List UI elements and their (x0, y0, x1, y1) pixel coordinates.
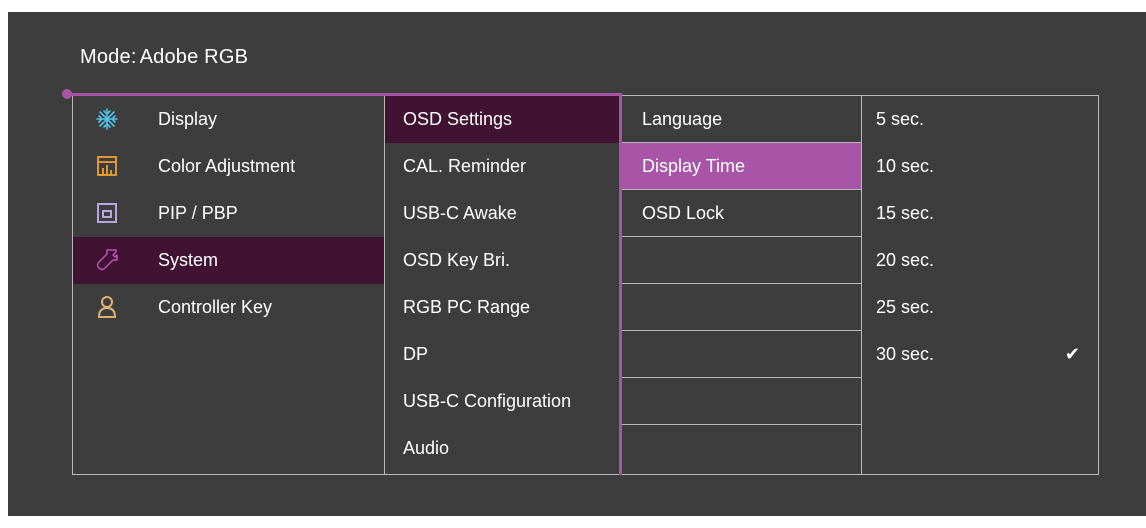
menu-item-label: System (158, 250, 219, 270)
option-20-sec[interactable]: 20 sec. (862, 237, 1098, 284)
option-25-sec[interactable]: 25 sec. (862, 284, 1098, 331)
user-icon (97, 296, 117, 318)
system-item-label: OSD Settings (403, 109, 513, 129)
system-item-dp[interactable]: DP (385, 331, 619, 378)
system-item-label: CAL. Reminder (403, 156, 527, 176)
system-item-cal-reminder[interactable]: CAL. Reminder (385, 143, 619, 190)
menu-item-system[interactable]: System (73, 237, 384, 284)
mode-label: Mode: (80, 46, 137, 68)
checkmark-icon: ✔ (1064, 344, 1080, 364)
osd-item-empty (622, 425, 861, 472)
color-adjustment-icon (97, 156, 117, 176)
option-label: 15 sec. (876, 203, 935, 223)
menu-item-label: Color Adjustment (158, 156, 296, 176)
menu-item-label: Display (158, 109, 218, 129)
system-item-label: USB-C Awake (403, 203, 517, 223)
option-15-sec[interactable]: 15 sec. (862, 190, 1098, 237)
option-5-sec[interactable]: 5 sec. (862, 96, 1098, 143)
system-item-label: USB-C Configuration (403, 391, 572, 411)
wrench-icon (96, 249, 118, 271)
accent-dot (62, 89, 72, 99)
osd-item-display-time[interactable]: Display Time (622, 143, 861, 190)
system-item-osd-settings[interactable]: OSD Settings (385, 96, 619, 143)
menu-item-display[interactable]: Display (73, 96, 384, 143)
menu-item-label: PIP / PBP (158, 203, 238, 223)
osd-item-language[interactable]: Language (622, 96, 861, 143)
display-icon (96, 108, 118, 130)
menu-item-label: Controller Key (158, 297, 273, 317)
system-item-label: OSD Key Bri. (403, 250, 511, 270)
osd-item-empty (622, 331, 861, 378)
option-label: 20 sec. (876, 250, 935, 270)
osd-item-empty (622, 237, 861, 284)
option-label: 25 sec. (876, 297, 935, 317)
option-10-sec[interactable]: 10 sec. (862, 143, 1098, 190)
main-menu: Display Color Adjustment PIP / PBP Syste… (73, 96, 385, 474)
menu-item-controller-key[interactable]: Controller Key (73, 284, 384, 331)
system-item-usb-c-awake[interactable]: USB-C Awake (385, 190, 619, 237)
system-item-label: DP (403, 344, 429, 364)
system-item-label: Audio (403, 438, 450, 458)
menu-item-pip-pbp[interactable]: PIP / PBP (73, 190, 384, 237)
mode-value: Adobe RGB (139, 46, 249, 68)
option-label: 30 sec. (876, 344, 935, 364)
mode-indicator: Mode: Adobe RGB (80, 46, 248, 69)
accent-line-vertical (619, 93, 622, 475)
system-item-usb-c-configuration[interactable]: USB-C Configuration (385, 378, 619, 425)
osd-item-empty (622, 378, 861, 425)
osd-settings-submenu: Language Display Time OSD Lock (622, 96, 862, 474)
display-time-options: 5 sec. 10 sec. 15 sec. 20 sec. 25 sec. 3… (862, 96, 1098, 474)
osd-item-empty (622, 284, 861, 331)
system-item-osd-key-bri[interactable]: OSD Key Bri. (385, 237, 619, 284)
pip-pbp-icon (97, 203, 117, 223)
system-submenu: OSD Settings CAL. Reminder USB-C Awake O… (385, 96, 619, 474)
option-label: 5 sec. (876, 109, 925, 129)
osd-item-label: Language (642, 109, 723, 129)
accent-line-top (66, 93, 621, 96)
menu-item-color-adjustment[interactable]: Color Adjustment (73, 143, 384, 190)
osd-item-osd-lock[interactable]: OSD Lock (622, 190, 861, 237)
system-item-label: RGB PC Range (403, 297, 531, 317)
option-30-sec[interactable]: 30 sec. ✔ (862, 331, 1098, 378)
osd-item-label: OSD Lock (642, 203, 725, 223)
system-item-rgb-pc-range[interactable]: RGB PC Range (385, 284, 619, 331)
system-item-audio[interactable]: Audio (385, 425, 619, 472)
osd-item-label: Display Time (642, 156, 746, 176)
option-label: 10 sec. (876, 156, 935, 176)
